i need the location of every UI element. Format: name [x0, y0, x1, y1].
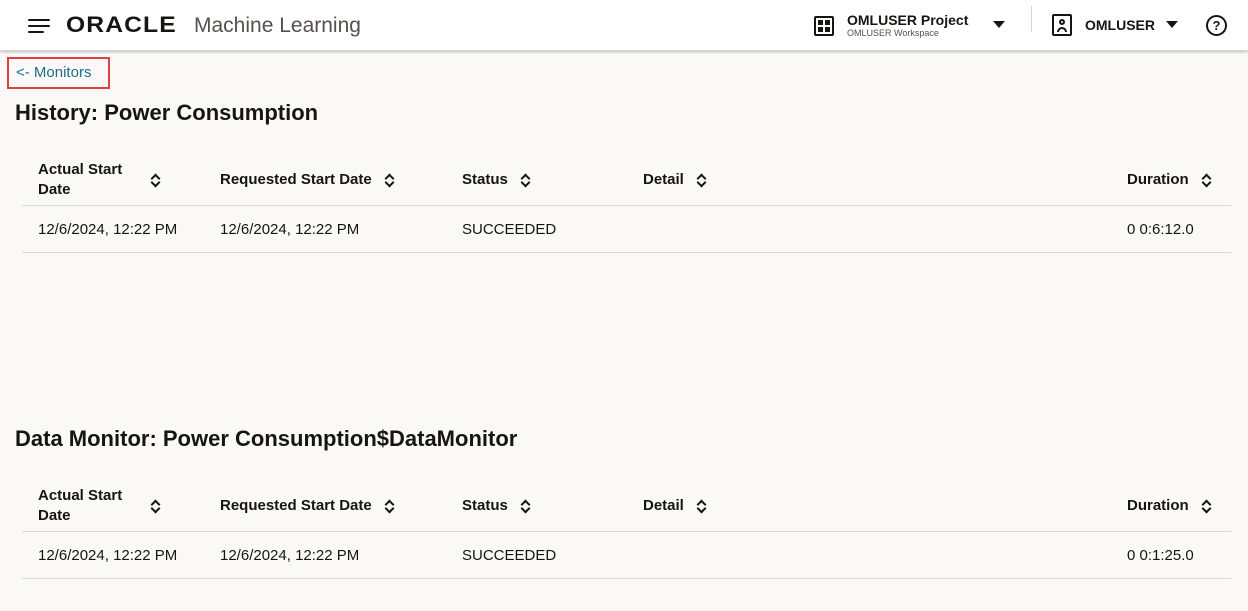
data-monitor-table: Actual Start Date Requested Start Date S… — [22, 479, 1231, 579]
sort-icon[interactable] — [150, 172, 162, 188]
chevron-down-icon[interactable] — [1166, 21, 1178, 28]
cell-status: SUCCEEDED — [462, 221, 557, 238]
column-header-duration[interactable]: Duration — [1127, 153, 1227, 206]
table-header: Actual Start Date Requested Start Date S… — [22, 153, 1231, 206]
cell-detail — [643, 206, 943, 253]
back-to-monitors-link[interactable]: <- Monitors — [7, 57, 110, 89]
sort-icon[interactable] — [384, 172, 396, 188]
cell-actual-start: 12/6/2024, 12:22 PM — [38, 547, 178, 564]
header-divider — [1031, 6, 1032, 32]
table-row[interactable]: 12/6/2024, 12:22 PM 12/6/2024, 12:22 PM … — [22, 532, 1231, 579]
app-header: ORACLE Machine Learning OMLUSER Project … — [0, 0, 1248, 51]
column-header-actual-start-date[interactable]: Actual Start Date — [38, 479, 208, 532]
column-header-requested-start-date[interactable]: Requested Start Date — [220, 153, 450, 206]
cell-detail — [643, 532, 943, 579]
sort-icon[interactable] — [150, 498, 162, 514]
data-monitor-section-title: Data Monitor: Power Consumption$DataMoni… — [15, 426, 518, 451]
chevron-down-icon[interactable] — [993, 21, 1005, 28]
sort-icon[interactable] — [696, 172, 708, 188]
logo-brand: ORACLE — [66, 12, 177, 37]
sort-icon[interactable] — [520, 498, 532, 514]
column-header-status[interactable]: Status — [462, 479, 632, 532]
grid-icon — [814, 15, 834, 36]
table-row[interactable]: 12/6/2024, 12:22 PM 12/6/2024, 12:22 PM … — [22, 206, 1231, 253]
sort-icon[interactable] — [1201, 498, 1213, 514]
project-name: OMLUSER Project — [847, 12, 969, 28]
oracle-ml-logo[interactable]: ORACLE Machine Learning — [66, 12, 361, 40]
cell-requested-start: 12/6/2024, 12:22 PM — [220, 221, 360, 238]
sort-icon[interactable] — [696, 498, 708, 514]
help-icon[interactable]: ? — [1206, 15, 1227, 36]
cell-duration: 0 0:1:25.0 — [1127, 547, 1194, 564]
history-section-title: History: Power Consumption — [15, 100, 319, 125]
history-table: Actual Start Date Requested Start Date S… — [22, 153, 1231, 253]
cell-requested-start: 12/6/2024, 12:22 PM — [220, 547, 360, 564]
sort-icon[interactable] — [1201, 172, 1213, 188]
user-menu[interactable]: OMLUSER — [1052, 14, 1155, 36]
user-name: OMLUSER — [1085, 17, 1155, 33]
sort-icon[interactable] — [520, 172, 532, 188]
user-avatar-icon — [1052, 14, 1072, 36]
column-header-duration[interactable]: Duration — [1127, 479, 1227, 532]
column-header-status[interactable]: Status — [462, 153, 632, 206]
sort-icon[interactable] — [384, 498, 396, 514]
cell-duration: 0 0:6:12.0 — [1127, 221, 1194, 238]
column-header-detail[interactable]: Detail — [643, 479, 943, 532]
column-header-detail[interactable]: Detail — [643, 153, 943, 206]
column-header-requested-start-date[interactable]: Requested Start Date — [220, 479, 450, 532]
logo-product-name: Machine Learning — [194, 14, 361, 37]
column-header-actual-start-date[interactable]: Actual Start Date — [38, 153, 208, 206]
cell-status: SUCCEEDED — [462, 547, 557, 564]
workspace-name: OMLUSER Workspace — [847, 28, 939, 38]
project-selector[interactable]: OMLUSER Project OMLUSER Workspace — [814, 12, 968, 39]
table-header: Actual Start Date Requested Start Date S… — [22, 479, 1231, 532]
cell-actual-start: 12/6/2024, 12:22 PM — [38, 221, 178, 238]
hamburger-menu-icon[interactable] — [28, 16, 52, 36]
